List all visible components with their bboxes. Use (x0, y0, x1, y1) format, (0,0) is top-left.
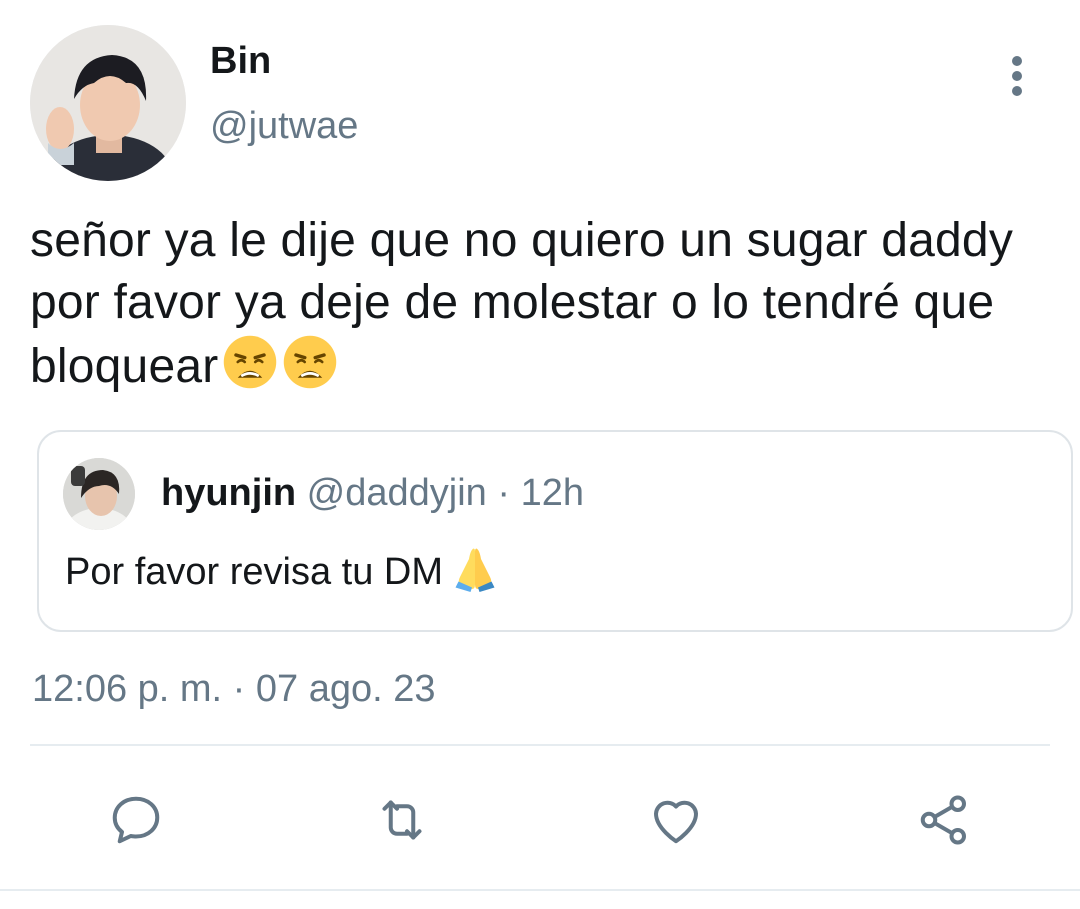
folded-hands-emoji-icon (455, 548, 495, 592)
quoted-tweet-text-body: Por favor revisa tu DM (65, 551, 443, 593)
quoted-tweet-text: Por favor revisa tu DM (65, 544, 499, 594)
tweet-text: señor ya le dije que no quiero un sugar … (30, 210, 1050, 398)
heart-icon (654, 800, 698, 844)
tweet-timestamp[interactable]: 12:06 p. m. · 07 ago. 23 (32, 668, 436, 711)
quoted-tweet-card[interactable]: hyunjin @daddyjin · 12h Por favor revisa… (37, 430, 1073, 632)
weary-face-emoji-icon (224, 335, 277, 389)
like-button[interactable] (644, 788, 708, 852)
reply-button[interactable] (104, 788, 168, 852)
more-options-button[interactable] (996, 52, 1038, 100)
author-avatar[interactable] (30, 25, 186, 181)
quoted-author-name[interactable]: hyunjin (161, 472, 296, 514)
divider (30, 744, 1050, 746)
quoted-separator: · (497, 472, 511, 514)
tweet-detail: Bin @jutwae señor ya le dije que no quie… (0, 0, 1080, 909)
retweet-button[interactable] (370, 788, 434, 852)
more-options-icon (1012, 56, 1022, 66)
share-icon (920, 795, 966, 845)
retweet-icon (382, 800, 422, 840)
weary-face-emoji-icon (284, 335, 337, 389)
quoted-tweet-header: hyunjin @daddyjin · 12h (161, 472, 584, 515)
quoted-author-handle[interactable]: @daddyjin (307, 472, 487, 514)
share-button[interactable] (912, 788, 976, 852)
author-handle[interactable]: @jutwae (210, 105, 358, 148)
tweet-text-body: señor ya le dije que no quiero un sugar … (30, 214, 1014, 393)
reply-icon (112, 796, 160, 844)
author-display-name[interactable]: Bin (210, 40, 271, 83)
quoted-author-avatar[interactable] (63, 458, 135, 530)
bottom-divider (0, 889, 1080, 891)
quoted-tweet-time: 12h (520, 472, 584, 514)
